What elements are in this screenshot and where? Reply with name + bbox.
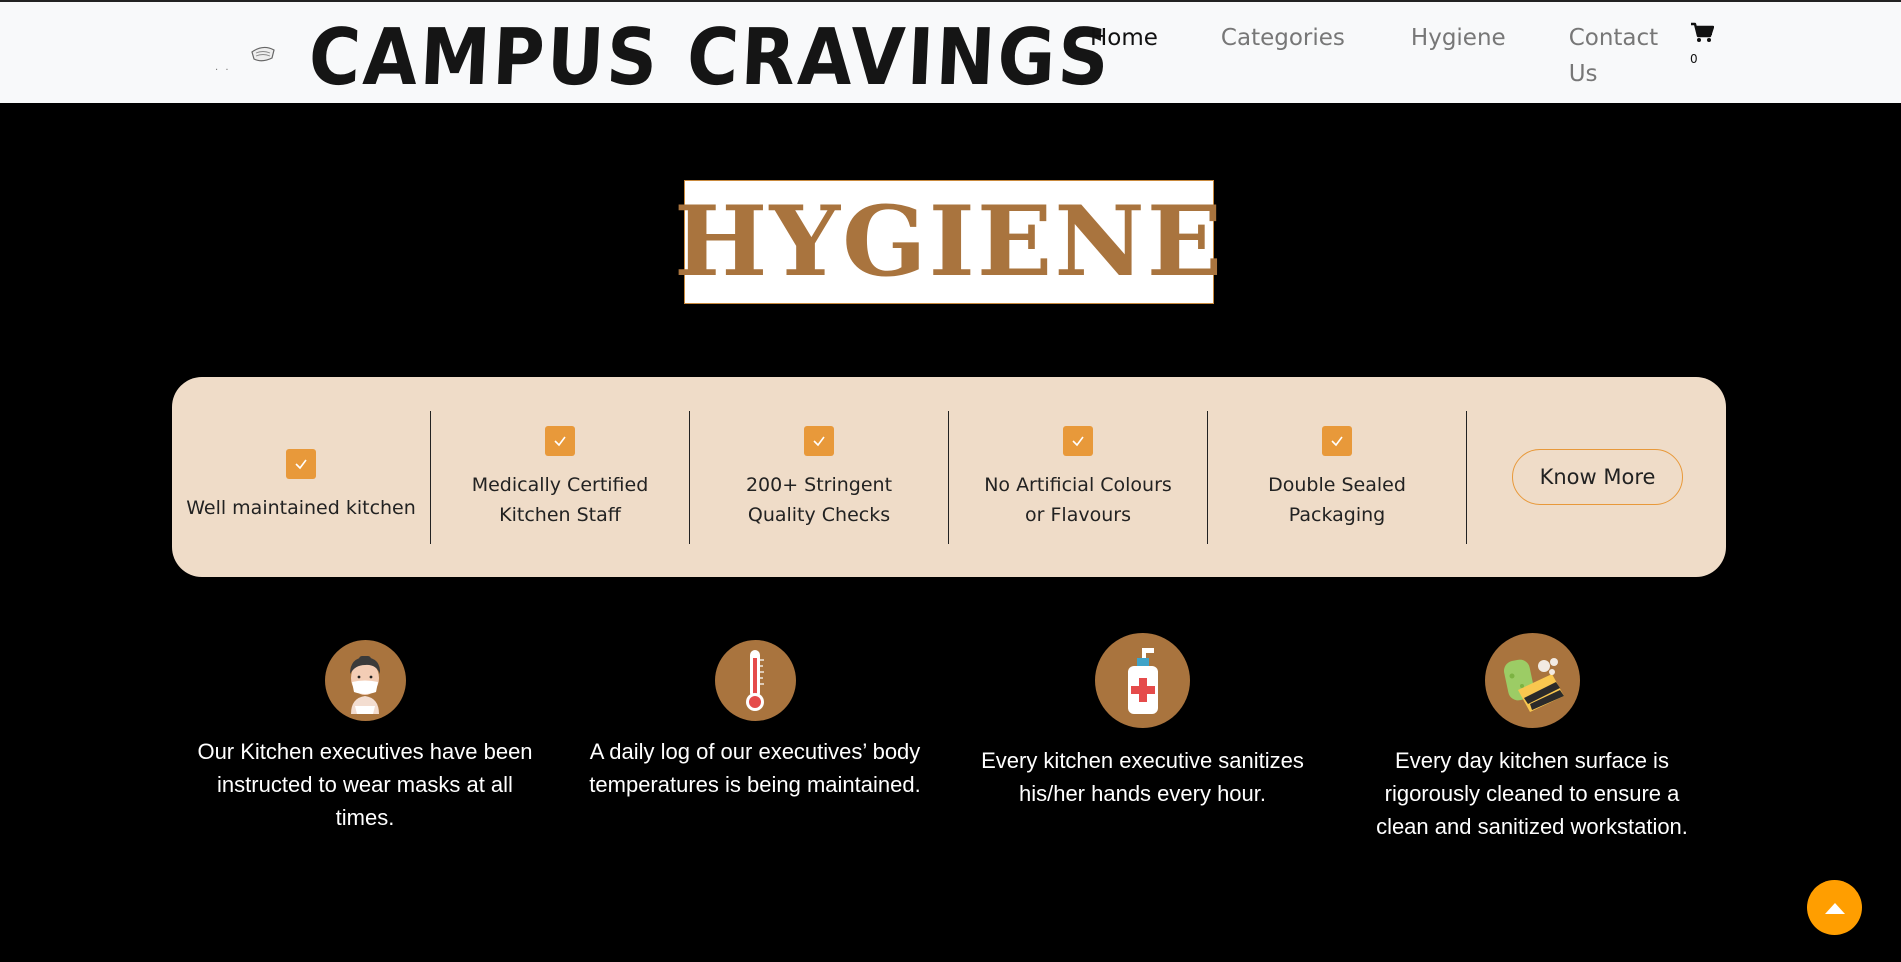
feature-label: 200+ Stringent Quality Checks: [745, 473, 893, 526]
feature-label: Medically Certified Kitchen Staff: [471, 473, 649, 526]
scroll-to-top-button[interactable]: [1807, 880, 1862, 935]
feature-label: Double Sealed Packaging: [1268, 473, 1406, 526]
thermometer-icon: [714, 640, 796, 721]
info-card-sanitize: Every kitchen executive sanitizes his/he…: [975, 633, 1310, 810]
know-more-button[interactable]: Know More: [1512, 449, 1683, 505]
page-title: HYGIENE: [673, 185, 1225, 298]
sponge-icon: [1484, 633, 1580, 728]
feature-item: Well maintained kitchen: [172, 411, 431, 544]
page-heading: HYGIENE: [674, 180, 1222, 304]
check-icon: [804, 425, 834, 456]
check-icon: [286, 448, 316, 479]
cart-count: 0: [1690, 52, 1698, 66]
nav-links: Home Categories Hygiene Contact Us: [1090, 20, 1679, 92]
feature-label: No Artificial Colours or Flavours: [984, 473, 1172, 526]
info-card-surface: Every day kitchen surface is rigorously …: [1362, 633, 1702, 843]
navbar: . . CAMPUS CRAVINGS Home Categories Hygi…: [0, 0, 1901, 103]
info-text: Every day kitchen surface is rigorously …: [1376, 748, 1688, 839]
check-icon: [1063, 425, 1093, 456]
brand-title: CAMPUS CRAVINGS: [306, 13, 1114, 103]
face-mask-icon: [251, 46, 275, 62]
nav-home[interactable]: Home: [1090, 20, 1158, 56]
feature-label: Well maintained kitchen: [186, 496, 416, 519]
check-icon: [1322, 425, 1352, 456]
cart-button[interactable]: 0: [1690, 22, 1716, 66]
brand-logo: . .: [215, 38, 295, 78]
info-text: A daily log of our executives’ body temp…: [589, 739, 921, 797]
feature-item: Medically Certified Kitchen Staff: [431, 411, 690, 544]
info-text: Every kitchen executive sanitizes his/he…: [981, 748, 1304, 806]
feature-item: No Artificial Colours or Flavours: [949, 411, 1208, 544]
caret-up-icon: [1824, 902, 1845, 914]
info-card-masks: Our Kitchen executives have been instruc…: [190, 640, 540, 834]
features-panel: Well maintained kitchen Medically Certif…: [172, 377, 1726, 577]
masked-chef-icon: [324, 640, 406, 721]
check-icon: [545, 425, 575, 456]
nav-contact-us[interactable]: Contact Us: [1569, 20, 1669, 92]
feature-item: 200+ Stringent Quality Checks: [690, 411, 949, 544]
info-text: Our Kitchen executives have been instruc…: [197, 739, 533, 830]
info-card-temperature: A daily log of our executives’ body temp…: [575, 640, 935, 801]
brand[interactable]: . . CAMPUS CRAVINGS: [215, 13, 1200, 103]
feature-item: Double Sealed Packaging: [1208, 411, 1467, 544]
shopping-cart-icon: [1691, 22, 1715, 42]
nav-categories[interactable]: Categories: [1221, 20, 1345, 56]
sanitizer-bottle-icon: [1095, 633, 1190, 728]
nav-hygiene[interactable]: Hygiene: [1411, 20, 1506, 56]
